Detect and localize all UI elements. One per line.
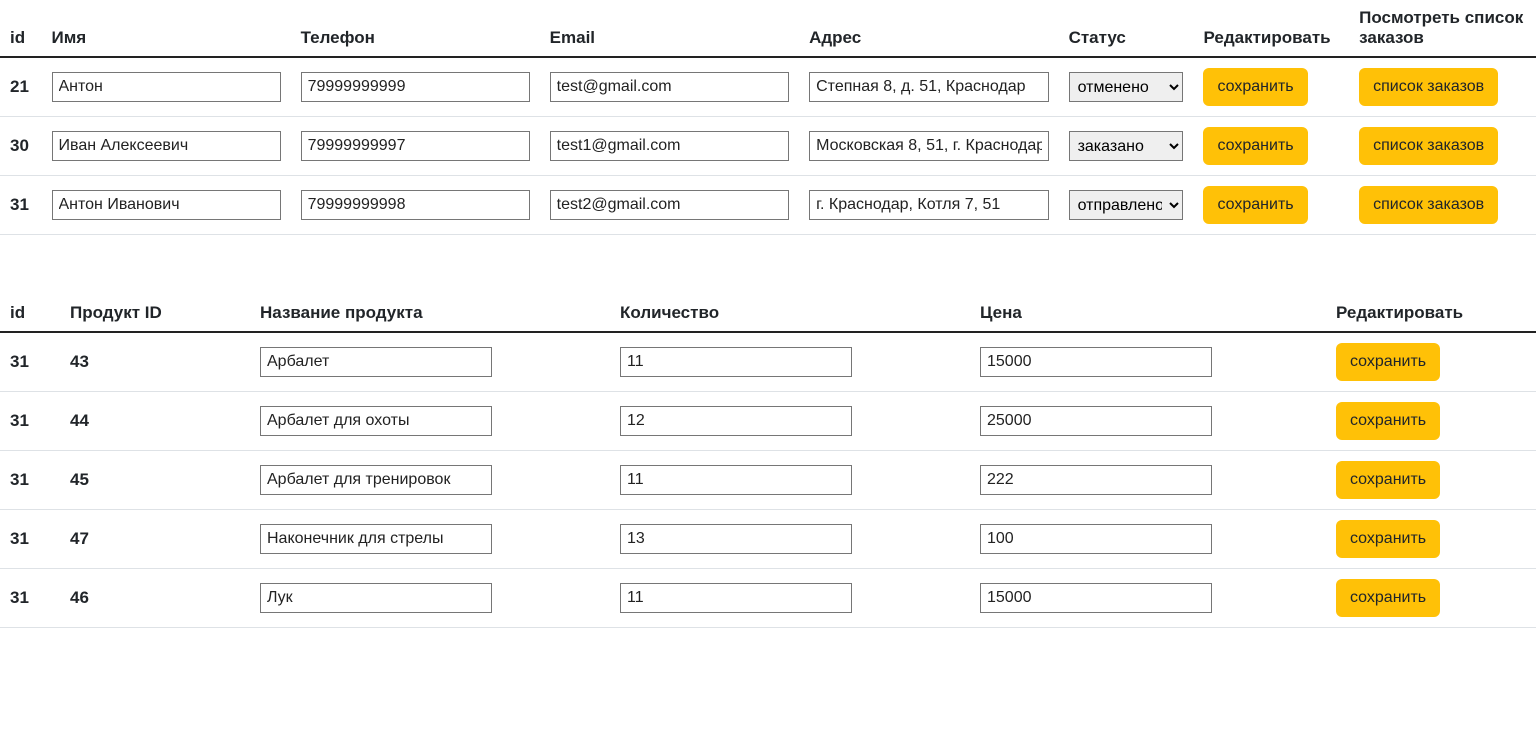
item-product-id: 47 (60, 510, 250, 569)
address-input[interactable] (809, 131, 1048, 161)
orders-row: 21 отмененозаказаноотправлено сохранить спи… (0, 57, 1536, 117)
quantity-input[interactable] (620, 465, 852, 495)
item-product-id: 45 (60, 451, 250, 510)
items-header-quantity: Количество (610, 295, 970, 332)
address-input[interactable] (809, 72, 1048, 102)
name-input[interactable] (52, 190, 281, 220)
orders-row: 31 отмененозаказаноотправлено сохранить спи… (0, 176, 1536, 235)
orders-header-email: Email (540, 0, 799, 57)
orders-header-status: Статус (1059, 0, 1194, 57)
phone-input[interactable] (301, 131, 530, 161)
email-input[interactable] (550, 131, 789, 161)
save-button[interactable]: сохранить (1336, 402, 1440, 440)
save-button[interactable]: сохранить (1336, 461, 1440, 499)
product-name-input[interactable] (260, 524, 492, 554)
email-input[interactable] (550, 72, 789, 102)
price-input[interactable] (980, 347, 1212, 377)
items-row: 3144 сохранить (0, 392, 1536, 451)
items-row: 3146 сохранить (0, 569, 1536, 628)
save-button[interactable]: сохранить (1336, 520, 1440, 558)
orders-header-id: id (0, 0, 42, 57)
product-name-input[interactable] (260, 406, 492, 436)
order-id: 21 (0, 57, 42, 117)
items-row: 3143 сохранить (0, 332, 1536, 392)
status-select[interactable]: отмененозаказаноотправлено (1069, 190, 1184, 220)
name-input[interactable] (52, 131, 281, 161)
items-header-product-name: Название продукта (250, 295, 610, 332)
orders-row: 30 отмененозаказаноотправлено сохранить спи… (0, 117, 1536, 176)
items-header-id: id (0, 295, 60, 332)
quantity-input[interactable] (620, 347, 852, 377)
orders-table: id Имя Телефон Email Адрес Статус Редакт… (0, 0, 1536, 235)
phone-input[interactable] (301, 190, 530, 220)
phone-input[interactable] (301, 72, 530, 102)
save-button[interactable]: сохранить (1203, 127, 1307, 165)
product-name-input[interactable] (260, 465, 492, 495)
save-button[interactable]: сохранить (1336, 579, 1440, 617)
quantity-input[interactable] (620, 524, 852, 554)
items-header-edit: Редактировать (1326, 295, 1536, 332)
price-input[interactable] (980, 465, 1212, 495)
save-button[interactable]: сохранить (1203, 68, 1307, 106)
save-button[interactable]: сохранить (1203, 186, 1307, 224)
price-input[interactable] (980, 524, 1212, 554)
orders-header-phone: Телефон (291, 0, 540, 57)
items-header-price: Цена (970, 295, 1326, 332)
status-select[interactable]: отмененозаказаноотправлено (1069, 131, 1184, 161)
order-id: 30 (0, 117, 42, 176)
address-input[interactable] (809, 190, 1048, 220)
order-id: 31 (0, 176, 42, 235)
item-order-id: 31 (0, 392, 60, 451)
save-button[interactable]: сохранить (1336, 343, 1440, 381)
orders-header-view: Посмотреть список заказов (1349, 0, 1536, 57)
item-order-id: 31 (0, 451, 60, 510)
item-order-id: 31 (0, 332, 60, 392)
product-name-input[interactable] (260, 583, 492, 613)
order-list-button[interactable]: список заказов (1359, 127, 1498, 165)
email-input[interactable] (550, 190, 789, 220)
item-product-id: 46 (60, 569, 250, 628)
item-product-id: 44 (60, 392, 250, 451)
item-order-id: 31 (0, 510, 60, 569)
quantity-input[interactable] (620, 406, 852, 436)
product-name-input[interactable] (260, 347, 492, 377)
items-header-product-id: Продукт ID (60, 295, 250, 332)
quantity-input[interactable] (620, 583, 852, 613)
order-list-button[interactable]: список заказов (1359, 68, 1498, 106)
items-row: 3147 сохранить (0, 510, 1536, 569)
order-list-button[interactable]: список заказов (1359, 186, 1498, 224)
items-table: id Продукт ID Название продукта Количест… (0, 295, 1536, 628)
item-order-id: 31 (0, 569, 60, 628)
status-select[interactable]: отмененозаказаноотправлено (1069, 72, 1184, 102)
orders-header-edit: Редактировать (1193, 0, 1349, 57)
item-product-id: 43 (60, 332, 250, 392)
items-row: 3145 сохранить (0, 451, 1536, 510)
price-input[interactable] (980, 406, 1212, 436)
orders-header-address: Адрес (799, 0, 1058, 57)
price-input[interactable] (980, 583, 1212, 613)
orders-header-name: Имя (42, 0, 291, 57)
name-input[interactable] (52, 72, 281, 102)
